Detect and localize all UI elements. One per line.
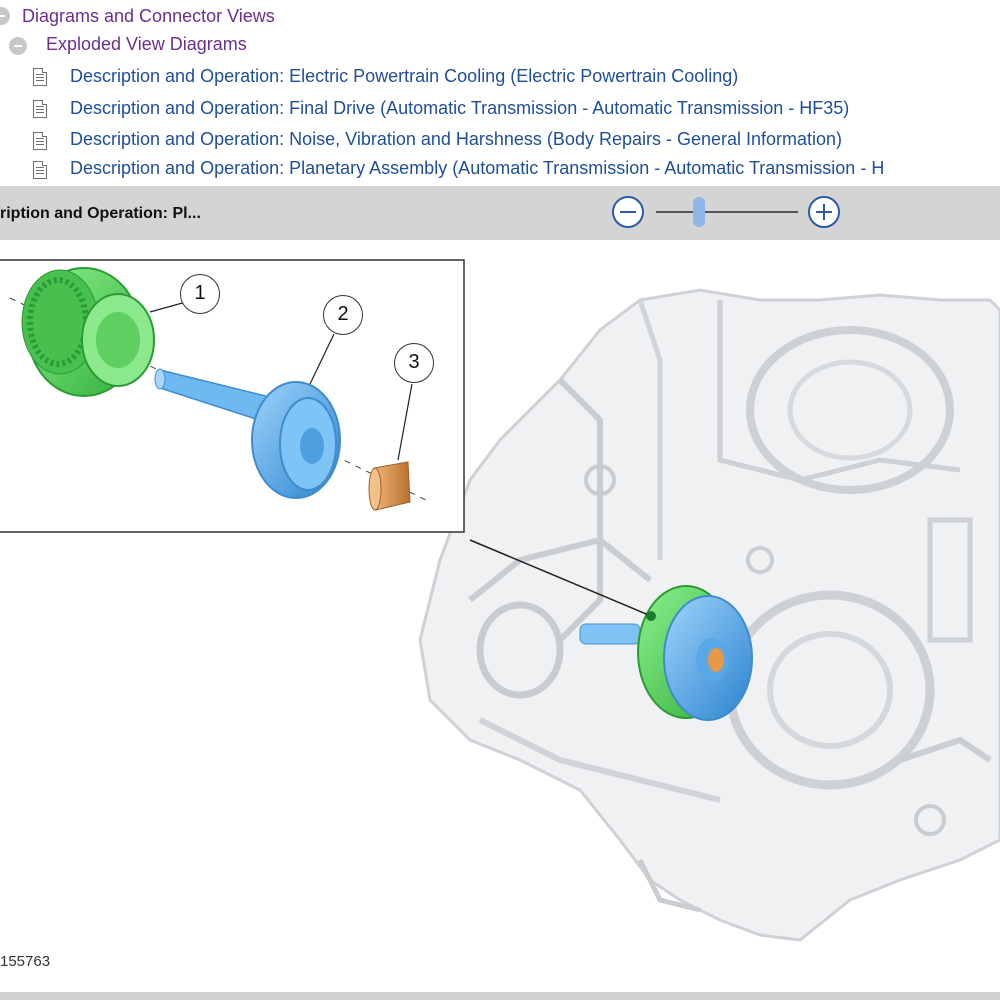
minus-icon [620, 211, 636, 213]
horizontal-scrollbar[interactable] [0, 992, 1000, 1000]
callout-2: 2 [323, 295, 363, 335]
tree-link-electric-powertrain-cooling[interactable]: Description and Operation: Electric Powe… [70, 65, 738, 87]
viewer-toolbar: ription and Operation: Pl... [0, 186, 1000, 240]
tree-link-noise-vibration-harshness[interactable]: Description and Operation: Noise, Vibrat… [70, 128, 842, 150]
tree-link-planetary-assembly[interactable]: Description and Operation: Planetary Ass… [70, 157, 884, 179]
document-icon [33, 161, 47, 179]
collapse-icon[interactable] [9, 37, 27, 55]
document-icon [33, 68, 47, 86]
exploded-view-diagram [0, 259, 1000, 942]
document-icon [33, 100, 47, 118]
collapse-icon[interactable] [0, 7, 10, 25]
callout-3: 3 [394, 343, 434, 383]
figure-id: 155763 [0, 953, 51, 970]
zoom-in-button[interactable] [808, 196, 840, 228]
tree-parent-label[interactable]: Diagrams and Connector Views [22, 5, 275, 27]
diagram-canvas: 1 2 3 [0, 240, 1000, 992]
callout-1: 1 [180, 274, 220, 314]
navigation-tree: Diagrams and Connector Views Exploded Vi… [0, 0, 1000, 186]
zoom-slider-track[interactable] [656, 211, 798, 213]
tree-link-final-drive[interactable]: Description and Operation: Final Drive (… [70, 97, 849, 119]
viewer-title: ription and Operation: Pl... [0, 205, 201, 222]
zoom-out-button[interactable] [612, 196, 644, 228]
pinion-gear [368, 461, 411, 511]
zoom-slider-handle[interactable] [692, 197, 705, 227]
tree-folder-label[interactable]: Exploded View Diagrams [46, 33, 247, 55]
document-icon [33, 132, 47, 150]
